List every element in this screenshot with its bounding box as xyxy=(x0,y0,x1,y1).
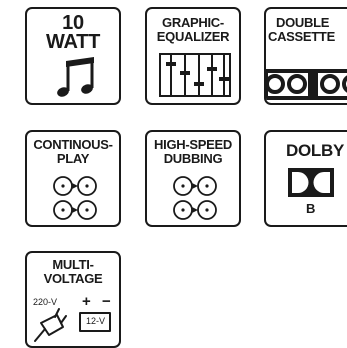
voltage-dc-label: 12-V xyxy=(86,316,106,326)
continuous-play-reels-icon xyxy=(53,176,97,220)
dubbing-reels-icon xyxy=(173,176,217,220)
feature-card-double-cassette: DOUBLE CASSETTE xyxy=(264,7,347,105)
dolby-type-letter: B xyxy=(306,201,316,216)
feature-card-continous-play: CONTINOUS- PLAY xyxy=(25,130,121,227)
equalizer-sliders-icon xyxy=(159,53,231,97)
feature-card-graphic-equalizer: GRAPHIC- EQUALIZER xyxy=(145,7,241,105)
feature-card-dolby-b: DOLBY B xyxy=(264,130,347,227)
power-plug-battery-icon xyxy=(34,308,111,342)
feature-card-10-watt: 10 WATT xyxy=(25,7,121,105)
music-note-icon xyxy=(57,57,94,97)
feature-card-high-speed-dubbing: HIGH-SPEED DUBBING xyxy=(145,130,241,227)
cassette-reels-icon xyxy=(266,69,347,100)
feature-card-multi-voltage: MULTI- VOLTAGE 220-V + − 12-V xyxy=(25,251,121,348)
